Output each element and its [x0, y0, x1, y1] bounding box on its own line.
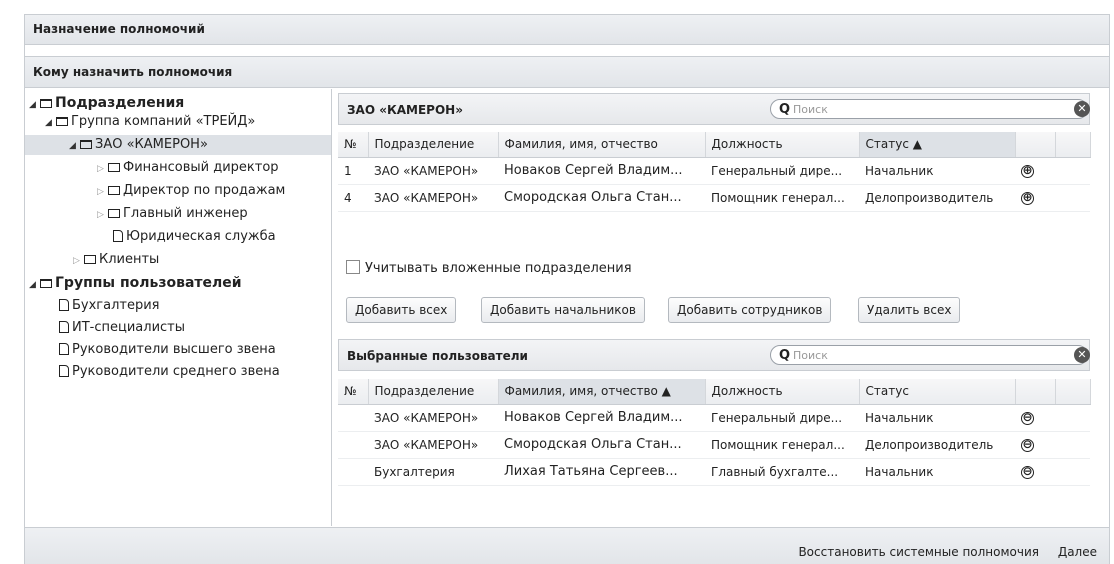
- col-fio[interactable]: Фамилия, имя, отчество: [498, 132, 706, 158]
- tree-node-chief-engineer[interactable]: ▷ Главный инженер: [97, 204, 248, 224]
- tree-node-it-specialists[interactable]: ИТ-специалисты: [59, 318, 185, 338]
- folder-icon: [108, 209, 120, 218]
- col-status[interactable]: Статус ▲: [859, 132, 1016, 158]
- tree-node-company-group[interactable]: ◢ Группа компаний «ТРЕЙД»: [45, 112, 255, 132]
- tree-node-departments[interactable]: ◢ Подразделения: [29, 93, 184, 113]
- table-row[interactable]: 1 ЗАО «КАМЕРОН» Новаков Сергей Владим...…: [338, 157, 1090, 185]
- expanded-arrow-icon[interactable]: ◢: [29, 275, 40, 295]
- include-nested-checkbox[interactable]: [346, 260, 360, 274]
- col-spacer: [1055, 132, 1091, 158]
- tree-node-company[interactable]: ◢ ЗАО «КАМЕРОН»: [25, 135, 331, 155]
- expanded-arrow-icon[interactable]: ◢: [69, 136, 80, 156]
- remove-user-icon[interactable]: ⊖: [1021, 465, 1034, 479]
- add-user-icon[interactable]: ⊕: [1021, 164, 1034, 178]
- folder-open-icon: [40, 99, 52, 108]
- expanded-arrow-icon[interactable]: ◢: [29, 95, 40, 115]
- table-row[interactable]: ЗАО «КАМЕРОН» Новаков Сергей Владим... Г…: [338, 404, 1090, 432]
- table-header-row: № Подразделение Фамилия, имя, отчество ▲…: [338, 379, 1091, 405]
- col-action: [1015, 132, 1056, 158]
- col-num[interactable]: №: [338, 132, 369, 158]
- folder-open-icon: [80, 140, 92, 149]
- col-action: [1015, 379, 1056, 405]
- collapsed-arrow-icon[interactable]: ▷: [97, 159, 108, 179]
- col-position[interactable]: Должность: [705, 379, 860, 405]
- company-panel-title: ЗАО «КАМЕРОН»: [347, 103, 463, 117]
- col-status[interactable]: Статус: [859, 379, 1016, 405]
- search-icon: Q: [779, 102, 791, 117]
- company-search-input[interactable]: Q Поиск ✕: [770, 99, 1090, 119]
- col-num[interactable]: №: [338, 379, 369, 405]
- collapsed-arrow-icon[interactable]: ▷: [97, 205, 108, 225]
- restore-permissions-link[interactable]: Восстановить системные полномочия: [798, 545, 1039, 559]
- remove-user-icon[interactable]: ⊖: [1021, 438, 1034, 452]
- add-staff-button[interactable]: Добавить сотрудников: [668, 297, 832, 323]
- company-users-table: № Подразделение Фамилия, имя, отчество Д…: [338, 132, 1091, 212]
- document-icon: [113, 230, 123, 242]
- col-position[interactable]: Должность: [705, 132, 860, 158]
- tree-node-senior-managers[interactable]: Руководители высшего звена: [59, 340, 276, 360]
- expanded-arrow-icon[interactable]: ◢: [45, 113, 56, 133]
- include-nested-checkbox-row[interactable]: Учитывать вложенные подразделения: [346, 260, 632, 276]
- folder-icon: [108, 163, 120, 172]
- folder-open-icon: [56, 117, 68, 126]
- tree-node-sales-director[interactable]: ▷ Директор по продажам: [97, 181, 285, 201]
- tree-node-accounting[interactable]: Бухгалтерия: [59, 296, 160, 316]
- selected-users-title: Выбранные пользователи: [347, 349, 528, 363]
- remove-all-button[interactable]: Удалить всех: [858, 297, 961, 323]
- window-title: Назначение полномочий: [25, 15, 1109, 45]
- collapsed-arrow-icon[interactable]: ▷: [97, 182, 108, 202]
- permissions-window: Назначение полномочий Кому назначить пол…: [24, 14, 1110, 564]
- org-tree: ◢ Подразделения ◢ Группа компаний «ТРЕЙД» …: [25, 89, 332, 526]
- selected-users-table: № Подразделение Фамилия, имя, отчество ▲…: [338, 379, 1091, 486]
- document-icon: [59, 343, 69, 355]
- document-icon: [59, 321, 69, 333]
- col-spacer: [1055, 379, 1091, 405]
- col-dept[interactable]: Подразделение: [368, 379, 499, 405]
- col-fio[interactable]: Фамилия, имя, отчество ▲: [498, 379, 706, 405]
- next-link[interactable]: Далее: [1058, 545, 1097, 559]
- company-panel-header: ЗАО «КАМЕРОН» Q Поиск ✕: [338, 93, 1090, 125]
- document-icon: [59, 299, 69, 311]
- section-title: Кому назначить полномочия: [25, 56, 1109, 88]
- folder-icon: [108, 186, 120, 195]
- remove-user-icon[interactable]: ⊖: [1021, 411, 1034, 425]
- selected-search-input[interactable]: Q Поиск ✕: [770, 345, 1090, 365]
- tree-node-middle-managers[interactable]: Руководители среднего звена: [59, 362, 280, 382]
- tree-node-finance-director[interactable]: ▷ Финансовый директор: [97, 158, 279, 178]
- add-heads-button[interactable]: Добавить начальников: [481, 297, 645, 323]
- footer-bar: Восстановить системные полномочия Далее: [25, 527, 1109, 564]
- clear-search-icon[interactable]: ✕: [1074, 101, 1090, 117]
- tree-node-user-groups[interactable]: ◢ Группы пользователей: [29, 273, 242, 293]
- selected-users-header: Выбранные пользователи Q Поиск ✕: [338, 339, 1090, 371]
- search-icon: Q: [779, 348, 791, 363]
- add-user-icon[interactable]: ⊕: [1021, 191, 1034, 205]
- collapsed-arrow-icon[interactable]: ▷: [73, 251, 84, 271]
- include-nested-label: Учитывать вложенные подразделения: [365, 261, 632, 276]
- table-row[interactable]: Бухгалтерия Лихая Татьяна Сергеев... Гла…: [338, 458, 1090, 486]
- folder-open-icon: [40, 279, 52, 288]
- table-row[interactable]: 4 ЗАО «КАМЕРОН» Смородская Ольга Стан...…: [338, 184, 1090, 212]
- col-dept[interactable]: Подразделение: [368, 132, 499, 158]
- tree-node-legal-service[interactable]: Юридическая служба: [113, 227, 276, 247]
- document-icon: [59, 365, 69, 377]
- table-row[interactable]: ЗАО «КАМЕРОН» Смородская Ольга Стан... П…: [338, 431, 1090, 459]
- table-header-row: № Подразделение Фамилия, имя, отчество Д…: [338, 132, 1091, 158]
- tree-node-clients[interactable]: ▷ Клиенты: [73, 250, 159, 270]
- clear-search-icon[interactable]: ✕: [1074, 347, 1090, 363]
- folder-icon: [84, 255, 96, 264]
- add-all-button[interactable]: Добавить всех: [346, 297, 457, 323]
